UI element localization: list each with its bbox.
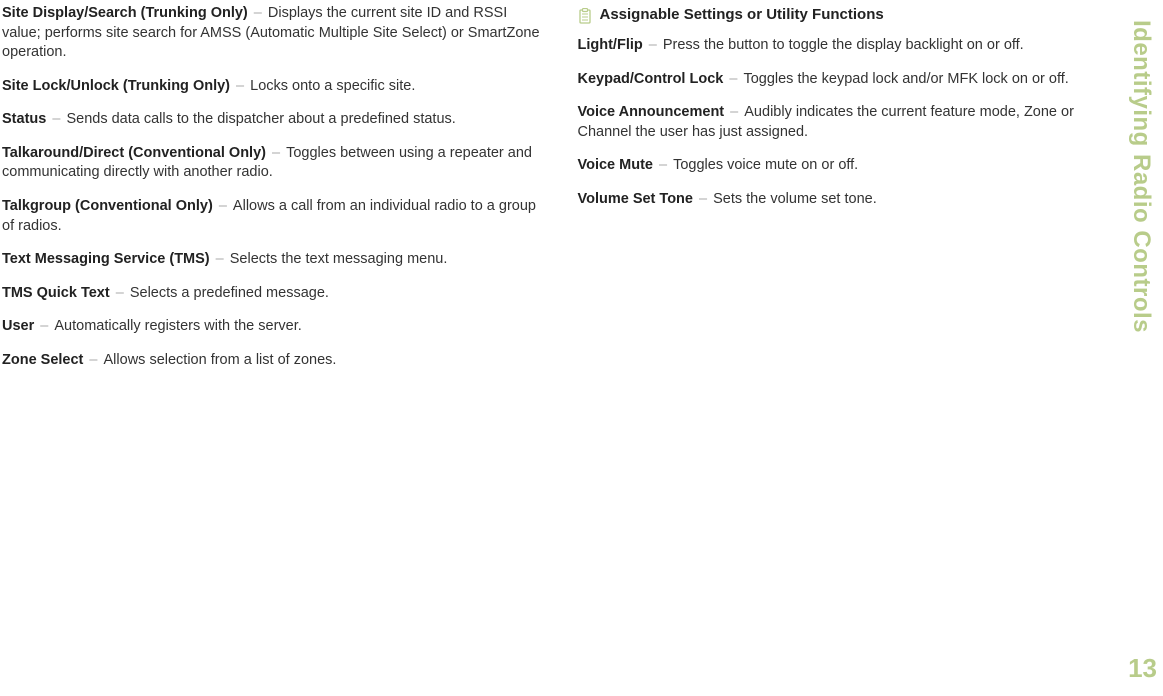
term: Text Messaging Service (TMS) <box>2 251 210 267</box>
page-number: 13 <box>1128 653 1157 684</box>
definition-entry: User – Automatically registers with the … <box>2 317 548 337</box>
dash-separator: – <box>655 157 671 173</box>
term: Zone Select <box>2 352 83 368</box>
term: Keypad/Control Lock <box>578 71 724 87</box>
section-title: Assignable Settings or Utility Functions <box>600 6 884 23</box>
dash-separator: – <box>645 37 661 53</box>
description: Selects a predefined message. <box>130 285 329 301</box>
dash-separator: – <box>212 251 228 267</box>
clipboard-icon <box>578 8 592 24</box>
right-column: Assignable Settings or Utility Functions… <box>578 0 1124 384</box>
description: Sets the volume set tone. <box>713 191 877 207</box>
definition-entry: Text Messaging Service (TMS) – Selects t… <box>2 250 548 270</box>
dash-separator: – <box>268 145 284 161</box>
definition-entry: Talkaround/Direct (Conventional Only) – … <box>2 144 548 183</box>
description: Sends data calls to the dispatcher about… <box>66 111 455 127</box>
definition-entry: Light/Flip – Press the button to toggle … <box>578 36 1124 56</box>
term: Talkaround/Direct (Conventional Only) <box>2 145 266 161</box>
left-column: Site Display/Search (Trunking Only) – Di… <box>2 0 548 384</box>
description: Allows selection from a list of zones. <box>104 352 337 368</box>
term: Volume Set Tone <box>578 191 693 207</box>
definition-entry: Status – Sends data calls to the dispatc… <box>2 110 548 130</box>
description: Selects the text messaging menu. <box>230 251 448 267</box>
description: Toggles voice mute on or off. <box>673 157 858 173</box>
dash-separator: – <box>48 111 64 127</box>
dash-separator: – <box>695 191 711 207</box>
definition-entry: Voice Mute – Toggles voice mute on or of… <box>578 156 1124 176</box>
dash-separator: – <box>232 78 248 94</box>
definition-entry: Keypad/Control Lock – Toggles the keypad… <box>578 70 1124 90</box>
definition-entry: Talkgroup (Conventional Only) – Allows a… <box>2 197 548 236</box>
term: Voice Mute <box>578 157 653 173</box>
definition-entry: Voice Announcement – Audibly indicates t… <box>578 103 1124 142</box>
term: Status <box>2 111 46 127</box>
definition-entry: Site Lock/Unlock (Trunking Only) – Locks… <box>2 77 548 97</box>
term: Site Display/Search (Trunking Only) <box>2 5 248 21</box>
dash-separator: – <box>250 5 266 21</box>
dash-separator: – <box>726 104 742 120</box>
description: Press the button to toggle the display b… <box>663 37 1024 53</box>
dash-separator: – <box>725 71 741 87</box>
definition-entry: TMS Quick Text – Selects a predefined me… <box>2 284 548 304</box>
definition-entry: Zone Select – Allows selection from a li… <box>2 351 548 371</box>
definition-entry: Volume Set Tone – Sets the volume set to… <box>578 190 1124 210</box>
description: Automatically registers with the server. <box>54 318 301 334</box>
dash-separator: – <box>85 352 101 368</box>
term: Voice Announcement <box>578 104 725 120</box>
definition-entry: Site Display/Search (Trunking Only) – Di… <box>2 4 548 63</box>
page-content: Site Display/Search (Trunking Only) – Di… <box>0 0 1163 384</box>
term: User <box>2 318 34 334</box>
section-header: Assignable Settings or Utility Functions <box>578 6 1124 24</box>
term: Talkgroup (Conventional Only) <box>2 198 213 214</box>
description: Toggles the keypad lock and/or MFK lock … <box>743 71 1068 87</box>
dash-separator: – <box>215 198 231 214</box>
term: Light/Flip <box>578 37 643 53</box>
side-chapter-label: Identifying Radio Controls <box>1127 20 1155 333</box>
term: Site Lock/Unlock (Trunking Only) <box>2 78 230 94</box>
term: TMS Quick Text <box>2 285 110 301</box>
dash-separator: – <box>36 318 52 334</box>
description: Locks onto a specific site. <box>250 78 415 94</box>
dash-separator: – <box>112 285 128 301</box>
